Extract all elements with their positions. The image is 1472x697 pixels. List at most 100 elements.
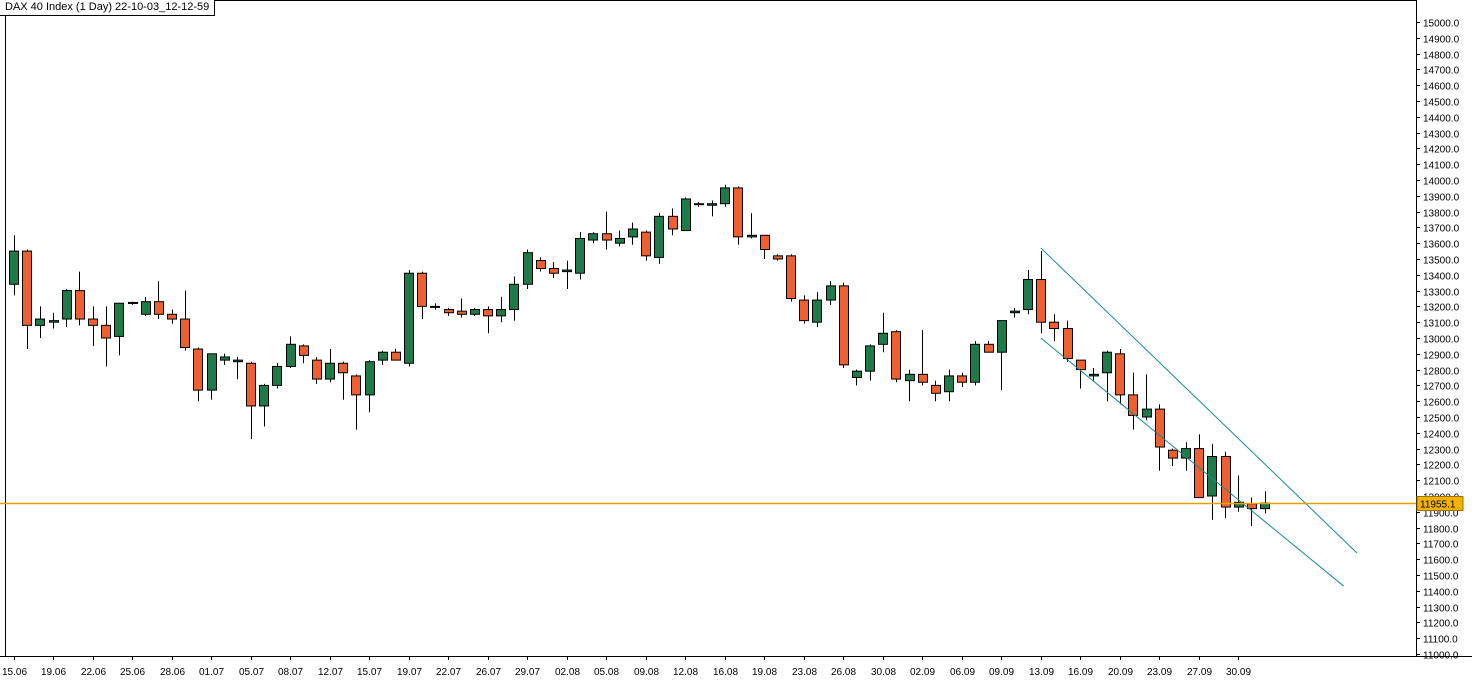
x-tick-label: 23.09 bbox=[1147, 667, 1172, 678]
x-tick-label: 22.06 bbox=[81, 667, 106, 678]
candle bbox=[720, 184, 730, 207]
candle-body bbox=[944, 375, 954, 393]
y-tick-label: 14500.0 bbox=[1423, 98, 1460, 109]
candle-body bbox=[75, 290, 85, 320]
y-tick-label: 13600.0 bbox=[1423, 240, 1460, 251]
x-axis: 15.06 19.06 22.06 25.06 28.06 01.07 05.07 08.07… bbox=[2, 656, 1251, 678]
candle-body bbox=[615, 237, 625, 244]
candle-body bbox=[1063, 328, 1073, 360]
candle-body bbox=[101, 324, 111, 339]
candle-body bbox=[351, 375, 361, 396]
y-tick-label: 13500.0 bbox=[1423, 256, 1460, 267]
x-tick-label: 05.07 bbox=[239, 667, 264, 678]
candle-body bbox=[457, 310, 467, 315]
y-tick-label: 14900.0 bbox=[1423, 35, 1460, 46]
y-tick-label: 12900.0 bbox=[1423, 351, 1460, 362]
candle-body bbox=[496, 309, 506, 317]
candle bbox=[575, 232, 585, 280]
candle-body bbox=[733, 187, 743, 238]
candle bbox=[681, 197, 691, 232]
chart-title: DAX 40 Index (1 Day) 22-10-03_12-12-59 bbox=[0, 0, 216, 16]
plot-frame bbox=[5, 0, 1417, 657]
y-tick-label: 12300.0 bbox=[1423, 446, 1460, 457]
x-tick-label: 20.09 bbox=[1108, 667, 1133, 678]
candle-body bbox=[272, 365, 282, 386]
candle-body bbox=[325, 362, 335, 380]
x-tick-label: 26.08 bbox=[831, 667, 856, 678]
candle bbox=[786, 254, 796, 302]
candle-body bbox=[826, 285, 836, 301]
x-tick-label: 13.09 bbox=[1029, 667, 1054, 678]
candle-body bbox=[1142, 408, 1152, 418]
x-tick-label: 09.09 bbox=[989, 667, 1014, 678]
candle-body bbox=[970, 343, 980, 383]
x-tick-label: 02.09 bbox=[910, 667, 935, 678]
candle-body bbox=[905, 373, 915, 382]
candle-body bbox=[193, 348, 203, 391]
candle-body bbox=[141, 301, 151, 315]
x-tick-label: 01.07 bbox=[199, 667, 224, 678]
y-tick-label: 13000.0 bbox=[1423, 335, 1460, 346]
candle-body bbox=[220, 356, 230, 361]
candle-body bbox=[180, 318, 190, 348]
candle-body bbox=[207, 353, 217, 391]
y-tick-label: 12500.0 bbox=[1423, 414, 1460, 425]
candle bbox=[839, 282, 849, 369]
candle-body bbox=[549, 267, 559, 274]
candle-body bbox=[523, 252, 533, 285]
y-tick-label: 13900.0 bbox=[1423, 193, 1460, 204]
candle-body bbox=[786, 255, 796, 299]
candle-body bbox=[378, 351, 388, 361]
y-tick-label: 14000.0 bbox=[1423, 177, 1460, 188]
candle-body bbox=[1128, 394, 1138, 416]
x-tick-label: 30.08 bbox=[871, 667, 896, 678]
candle-body bbox=[694, 203, 704, 206]
y-tick-label: 11600.0 bbox=[1423, 556, 1459, 567]
y-tick-label: 14700.0 bbox=[1423, 66, 1460, 77]
x-tick-label: 09.08 bbox=[634, 667, 659, 678]
candle-body bbox=[997, 320, 1007, 353]
x-tick-label: 16.08 bbox=[713, 667, 738, 678]
candle-body bbox=[891, 331, 901, 380]
candle bbox=[654, 213, 664, 264]
candle-body bbox=[430, 305, 440, 308]
candle-body bbox=[839, 285, 849, 366]
candle-body bbox=[154, 301, 164, 315]
candle bbox=[272, 363, 282, 389]
candle-body bbox=[1168, 449, 1178, 459]
candle-body bbox=[957, 375, 967, 383]
y-tick-label: 13100.0 bbox=[1423, 319, 1460, 330]
x-tick-label: 19.08 bbox=[752, 667, 777, 678]
candle-body bbox=[720, 187, 730, 205]
candle-body bbox=[404, 272, 414, 364]
candle-body bbox=[681, 198, 691, 232]
candle-body bbox=[114, 302, 124, 337]
candle-body bbox=[444, 309, 454, 314]
x-tick-label: 15.06 bbox=[2, 667, 27, 678]
candle-body bbox=[259, 384, 269, 407]
x-tick-label: 25.06 bbox=[120, 667, 145, 678]
candle-body bbox=[312, 359, 322, 380]
y-tick-label: 12400.0 bbox=[1423, 430, 1460, 441]
y-tick-label: 14600.0 bbox=[1423, 82, 1460, 93]
y-tick-label: 13400.0 bbox=[1423, 272, 1460, 283]
candle-body bbox=[668, 215, 678, 230]
y-tick-label: 11800.0 bbox=[1423, 525, 1459, 536]
candle-body bbox=[799, 299, 809, 322]
x-tick-label: 12.07 bbox=[318, 667, 343, 678]
candle-body bbox=[588, 233, 598, 241]
x-tick-label: 29.07 bbox=[515, 667, 540, 678]
candle-body bbox=[470, 309, 480, 315]
candle-body bbox=[483, 309, 493, 317]
y-tick-label: 15000.0 bbox=[1423, 19, 1460, 30]
candle-body bbox=[22, 250, 32, 326]
candle bbox=[404, 270, 414, 367]
x-tick-label: 28.06 bbox=[160, 667, 185, 678]
y-tick-label: 11100.0 bbox=[1423, 635, 1458, 646]
candle-body bbox=[1036, 279, 1046, 323]
y-tick-label: 13700.0 bbox=[1423, 224, 1460, 235]
y-tick-label: 12700.0 bbox=[1423, 382, 1460, 393]
candle-body bbox=[49, 320, 59, 323]
x-tick-label: 02.08 bbox=[555, 667, 580, 678]
candle bbox=[891, 330, 901, 383]
